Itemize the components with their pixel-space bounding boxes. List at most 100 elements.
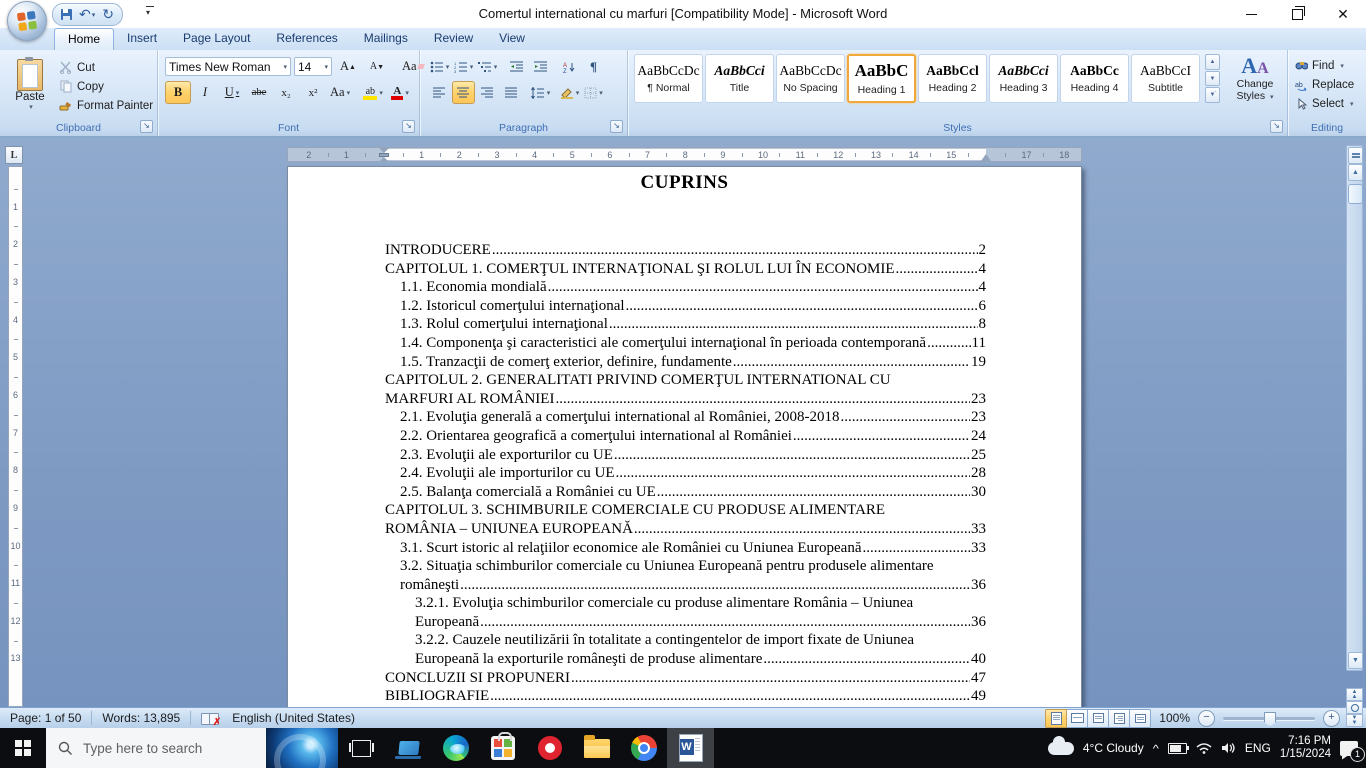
undo-button[interactable]: ↶ ▾ — [79, 6, 95, 23]
task-view-button[interactable] — [338, 728, 385, 768]
justify-button[interactable] — [500, 81, 523, 104]
style-no-spacing[interactable]: AaBbCcDc No Spacing — [776, 54, 845, 103]
style-heading-3[interactable]: AaBbCci Heading 3 — [989, 54, 1058, 103]
save-button[interactable] — [61, 9, 72, 20]
horizontal-ruler[interactable]: 1 2 1 2 3 4 5 6 7 8 9 10 11 12 13 14 15 17 18 — [287, 147, 1082, 162]
volume-icon[interactable] — [1221, 742, 1236, 754]
strikethrough-button[interactable]: abe — [246, 81, 272, 104]
toc-entry[interactable]: 2.5. Balanţa comercială a României cu UE… — [385, 483, 986, 502]
indent-marker[interactable] — [379, 148, 389, 163]
tab-review[interactable]: Review — [421, 28, 486, 50]
taskbar-app-store[interactable] — [479, 728, 526, 768]
style-heading-2[interactable]: AaBbCcl Heading 2 — [918, 54, 987, 103]
toc-entry[interactable]: 3.2. Situaţia schimburilor comerciale cu… — [385, 557, 986, 594]
shading-button[interactable]: ▾ — [558, 81, 581, 104]
redo-button[interactable]: ↻ — [102, 6, 114, 23]
restore-button[interactable] — [1274, 0, 1320, 28]
zoom-out-button[interactable]: − — [1198, 709, 1215, 727]
proofing-status-icon[interactable]: ✗ — [201, 712, 221, 727]
paragraph-dialog-launcher[interactable]: ↘ — [610, 120, 623, 133]
change-styles-button[interactable]: AA Change Styles ▾ — [1226, 54, 1284, 126]
word-count[interactable]: Words: 13,895 — [92, 711, 190, 725]
fullscreen-reading-view-button[interactable] — [1067, 708, 1089, 728]
font-size-combo[interactable]: 14 ▾ — [294, 57, 332, 76]
toc-entry[interactable]: 1.2. Istoricul comerţului internaţional 6 — [385, 297, 986, 316]
font-name-combo[interactable]: Times New Roman ▾ — [165, 57, 291, 76]
style-heading-1[interactable]: AaBbC Heading 1 — [847, 54, 916, 103]
close-button[interactable]: ✕ — [1320, 0, 1366, 28]
toc-entry[interactable]: 2.4. Evoluţii ale importurilor cu UE 28 — [385, 464, 986, 483]
taskbar-search[interactable]: Type here to search — [46, 728, 338, 768]
toc-entry[interactable]: 1.3. Rolul comerţului internaţional 8 — [385, 315, 986, 334]
input-language[interactable]: ENG — [1245, 741, 1271, 755]
wifi-icon[interactable] — [1196, 742, 1212, 754]
tab-references[interactable]: References — [263, 28, 350, 50]
replace-button[interactable]: ab Replace — [1288, 75, 1354, 94]
toc-entry[interactable]: CAPITOLUL 2. GENERALITATI PRIVIND COMERŢ… — [385, 371, 986, 408]
text-highlight-button[interactable]: ab ▾ — [360, 81, 386, 104]
bullets-button[interactable]: ▾ — [428, 55, 451, 78]
tray-chevron-icon[interactable]: ^ — [1153, 742, 1159, 754]
change-case-button[interactable]: Aa ▾ — [327, 81, 353, 104]
select-button[interactable]: Select ▾ — [1288, 94, 1354, 113]
draft-view-button[interactable] — [1130, 708, 1152, 728]
search-highlight-image[interactable] — [266, 728, 338, 768]
align-center-button[interactable] — [452, 81, 475, 104]
vertical-scrollbar[interactable]: ▲ ▼ — [1346, 145, 1363, 671]
next-page-button[interactable]: ▼ ▼ — [1346, 714, 1363, 727]
toc-entry[interactable]: INTRODUCERE 2 — [385, 241, 986, 260]
italic-button[interactable]: I — [192, 81, 218, 104]
ruler-toggle-button[interactable] — [1348, 147, 1363, 164]
clipboard-dialog-launcher[interactable]: ↘ — [140, 120, 153, 133]
styles-scroll-up-button[interactable]: ▲ — [1205, 54, 1220, 70]
toc-entry[interactable]: 2.3. Evoluţii ale exporturilor cu UE 25 — [385, 446, 986, 465]
font-dialog-launcher[interactable]: ↘ — [402, 120, 415, 133]
tab-view[interactable]: View — [486, 28, 538, 50]
document-page[interactable]: CUPRINS INTRODUCERE 2 CAPITOLUL 1. COMERŢU… — [287, 166, 1082, 707]
toc-entry[interactable]: BIBLIOGRAFIE 49 — [385, 687, 986, 706]
taskbar-app-explorer[interactable] — [573, 728, 620, 768]
styles-more-button[interactable]: ▼̄ — [1205, 87, 1220, 104]
grow-font-button[interactable]: A ▲ — [335, 55, 361, 78]
toc-entry[interactable]: 1.5. Tranzacţii de comerţ exterior, defi… — [385, 353, 986, 372]
previous-page-button[interactable]: ▲ ▲ — [1346, 688, 1363, 701]
decrease-indent-button[interactable] — [505, 55, 528, 78]
tab-stop-selector[interactable]: L — [5, 146, 23, 164]
taskbar-app-edge[interactable] — [432, 728, 479, 768]
scroll-down-button[interactable]: ▼ — [1348, 652, 1363, 669]
zoom-slider-thumb[interactable] — [1264, 711, 1276, 727]
align-left-button[interactable] — [428, 81, 451, 104]
shrink-font-button[interactable]: A ▼ — [364, 55, 390, 78]
web-layout-view-button[interactable] — [1088, 708, 1110, 728]
superscript-button[interactable]: x² — [300, 81, 326, 104]
tab-page-layout[interactable]: Page Layout — [170, 28, 263, 50]
style-normal[interactable]: AaBbCcDc ¶ Normal — [634, 54, 703, 103]
customize-qat-button[interactable]: ▾ — [146, 6, 154, 17]
toc-entry[interactable]: CAPITOLUL 1. COMERŢUL INTERNAŢIONAL ŞI R… — [385, 260, 986, 279]
find-button[interactable]: Find ▾ — [1288, 56, 1354, 75]
weather-text[interactable]: 4°C Cloudy — [1083, 741, 1144, 755]
increase-indent-button[interactable] — [529, 55, 552, 78]
zoom-in-button[interactable]: + — [1323, 709, 1340, 727]
zoom-slider[interactable] — [1223, 711, 1315, 727]
print-layout-view-button[interactable] — [1045, 708, 1068, 728]
taskbar-app-opera[interactable] — [526, 728, 573, 768]
page-indicator[interactable]: Page: 1 of 50 — [0, 711, 91, 725]
tab-insert[interactable]: Insert — [114, 28, 170, 50]
toc-entry[interactable]: 3.1. Scurt istoric al relaţiilor economi… — [385, 539, 986, 558]
toc-entry[interactable]: 3.2.1. Evoluţia schimburilor comerciale … — [385, 594, 986, 631]
start-button[interactable] — [0, 728, 46, 768]
format-painter-button[interactable]: Format Painter — [56, 96, 156, 115]
toc-entry[interactable]: CONCLUZII SI PROPUNERI 47 — [385, 669, 986, 688]
bold-button[interactable]: B — [165, 81, 191, 104]
styles-scroll-down-button[interactable]: ▼ — [1205, 70, 1220, 87]
styles-dialog-launcher[interactable]: ↘ — [1270, 120, 1283, 133]
toc-entry[interactable]: 1.1. Economia mondială 4 — [385, 278, 986, 297]
font-color-button[interactable]: A ▾ — [387, 81, 413, 104]
taskbar-app-word-active[interactable] — [667, 728, 714, 768]
show-hide-formatting-button[interactable]: ¶ — [582, 55, 605, 78]
paste-button[interactable]: Paste ▾ — [8, 55, 52, 121]
scrollbar-thumb[interactable] — [1348, 184, 1363, 204]
taskbar-app-chrome[interactable] — [620, 728, 667, 768]
tab-home[interactable]: Home — [54, 28, 115, 50]
